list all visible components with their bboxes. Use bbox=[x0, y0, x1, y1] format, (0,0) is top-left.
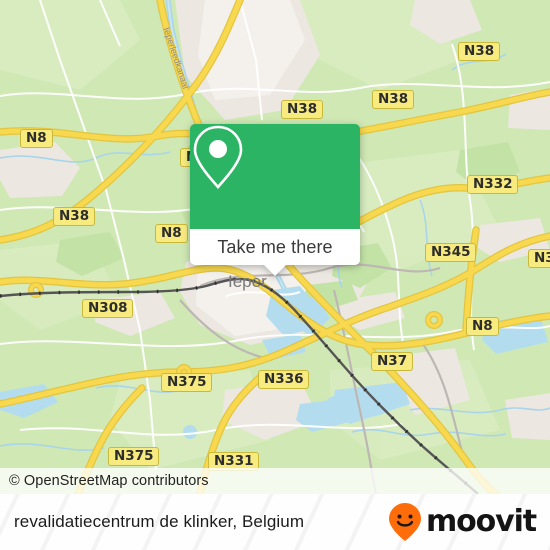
popup-action-label: Take me there bbox=[217, 236, 333, 257]
road-shield-n37-1[interactable]: N37 bbox=[528, 249, 550, 268]
map-canvas[interactable]: Ieperleedkanaal Ieper N38 N38 N38 N8 N8 … bbox=[0, 0, 550, 494]
osm-attribution-bar: © OpenStreetMap contributors bbox=[0, 468, 550, 494]
road-shield-n8-3[interactable]: N8 bbox=[155, 224, 188, 243]
popup-pointer bbox=[264, 265, 286, 276]
moovit-wordmark: moovit bbox=[425, 504, 537, 539]
road-shield-n8-1[interactable]: N8 bbox=[20, 129, 53, 148]
road-shield-n37-2[interactable]: N37 bbox=[371, 352, 414, 371]
road-shield-n38-2[interactable]: N38 bbox=[372, 90, 415, 109]
footer-bar: revalidatiecentrum de klinker, Belgium m… bbox=[0, 494, 550, 550]
popup-body bbox=[190, 124, 360, 229]
road-shield-n332[interactable]: N332 bbox=[467, 175, 519, 194]
road-shield-n375-2[interactable]: N375 bbox=[108, 447, 160, 466]
road-shield-n8-4[interactable]: N8 bbox=[466, 317, 499, 336]
osm-attribution-text: © OpenStreetMap contributors bbox=[9, 473, 209, 489]
destination-popup-card[interactable]: Take me there bbox=[190, 124, 360, 276]
place-label-ieper: Ieper bbox=[228, 272, 267, 291]
road-shield-n336[interactable]: N336 bbox=[258, 370, 310, 389]
popup-action-button[interactable]: Take me there bbox=[190, 229, 360, 265]
moovit-map-screenshot: Ieperleedkanaal Ieper N38 N38 N38 N8 N8 … bbox=[0, 0, 550, 550]
moovit-brand[interactable]: moovit bbox=[388, 494, 537, 550]
road-shield-n308[interactable]: N308 bbox=[82, 299, 134, 318]
road-shield-n38-1[interactable]: N38 bbox=[458, 42, 501, 61]
map-pin-icon bbox=[193, 125, 243, 189]
road-shield-n375-1[interactable]: N375 bbox=[161, 373, 213, 392]
road-shield-n38-3[interactable]: N38 bbox=[281, 100, 324, 119]
road-shield-n38-4[interactable]: N38 bbox=[53, 207, 96, 226]
footer-caption: revalidatiecentrum de klinker, Belgium bbox=[14, 512, 305, 531]
moovit-pin-logo-icon bbox=[388, 503, 421, 541]
road-shield-n345[interactable]: N345 bbox=[425, 243, 477, 262]
